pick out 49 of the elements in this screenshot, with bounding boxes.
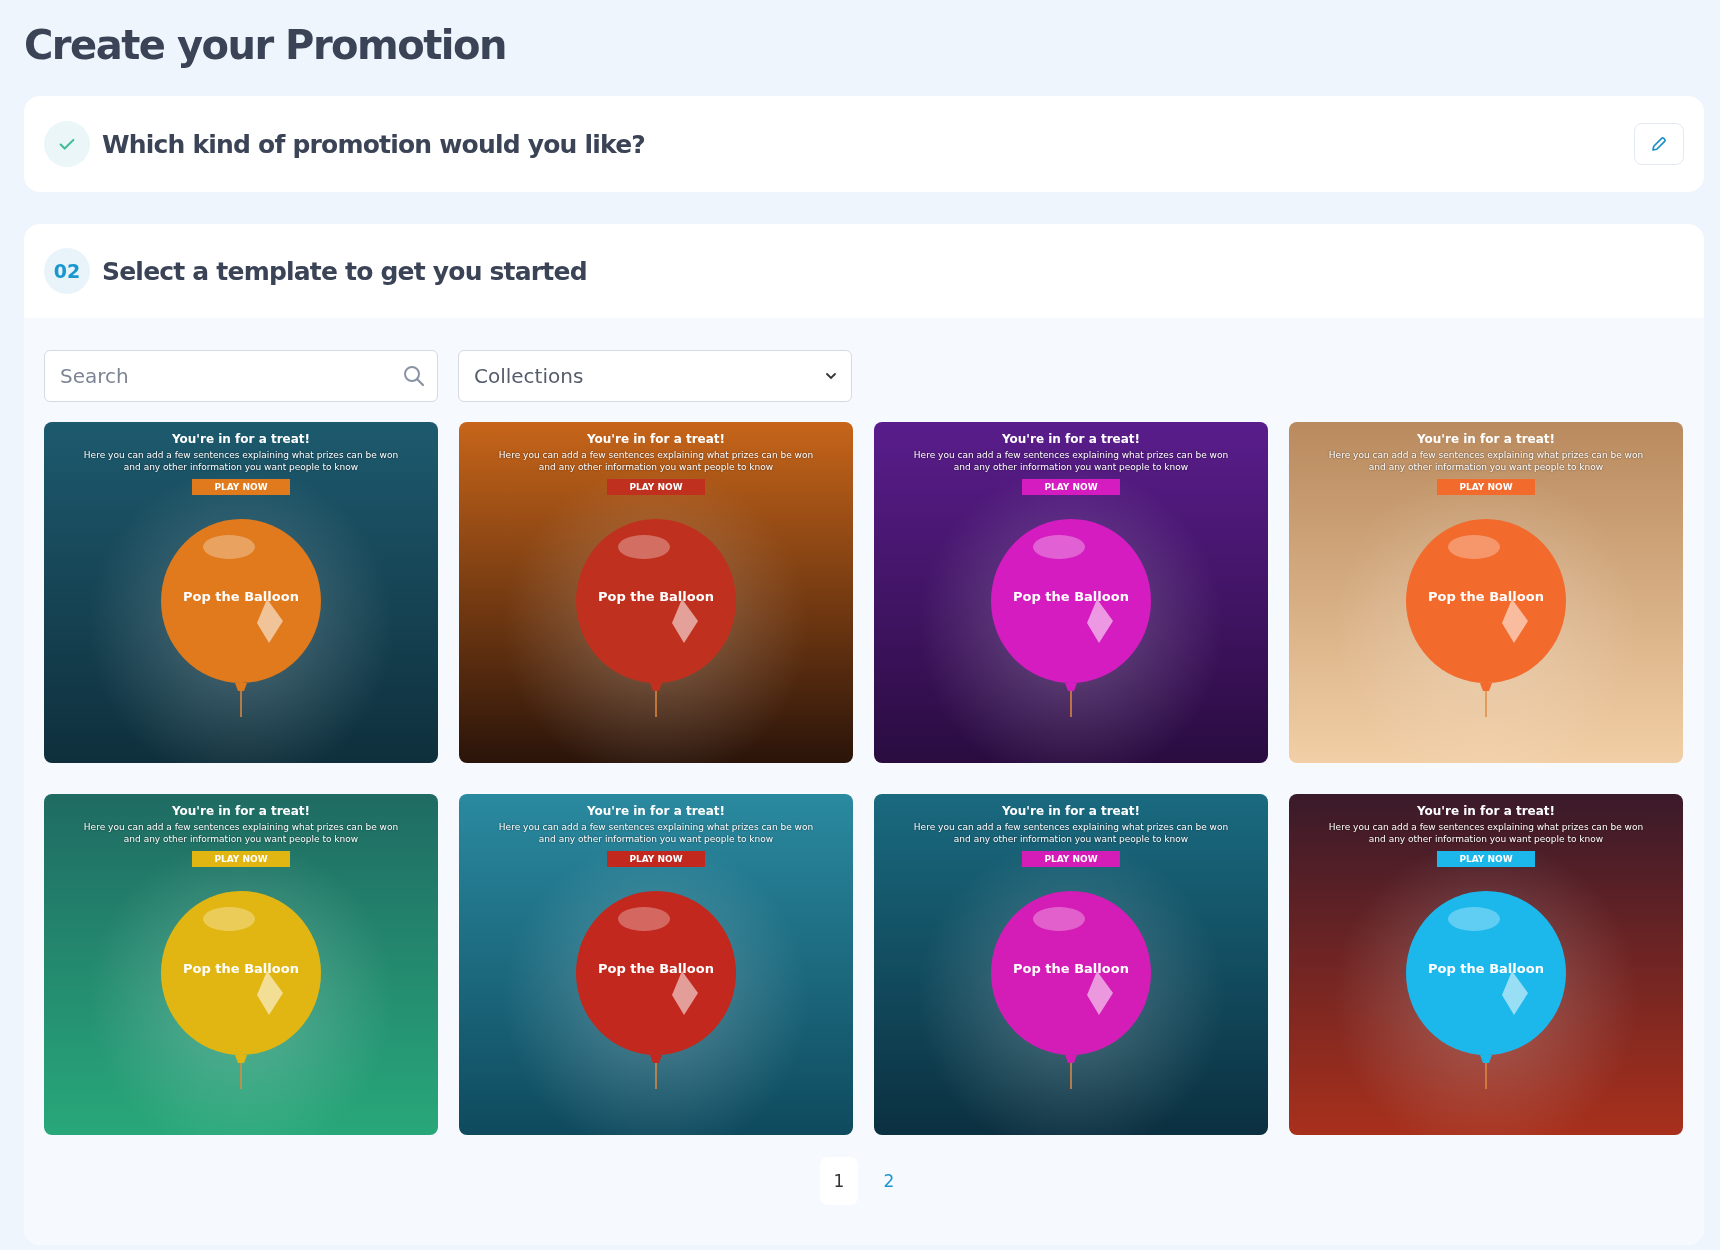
template-description: Here you can add a few sentences explaining what prizes can be won and any other information you want people to know bbox=[82, 449, 400, 473]
template-description: Here you can add a few sentences explaining what prizes can be won and any other information you want people to know bbox=[497, 449, 815, 473]
play-now-button: PLAY NOW bbox=[1022, 479, 1120, 495]
balloon-label: Pop the Balloon bbox=[1012, 961, 1130, 976]
template-heading: You're in for a treat! bbox=[586, 432, 726, 446]
template-description: Here you can add a few sentences explaining what prizes can be won and any other information you want people to know bbox=[912, 449, 1230, 473]
template-heading: You're in for a treat! bbox=[1001, 432, 1141, 446]
template-heading: You're in for a treat! bbox=[586, 804, 726, 818]
collections-dropdown[interactable]: Collections bbox=[458, 350, 852, 402]
step-title: Select a template to get you started bbox=[102, 256, 587, 286]
template-heading: You're in for a treat! bbox=[171, 804, 311, 818]
balloon-label: Pop the Balloon bbox=[597, 589, 715, 604]
step-title: Which kind of promotion would you like? bbox=[102, 129, 645, 159]
template-description: Here you can add a few sentences explaining what prizes can be won and any other information you want people to know bbox=[1327, 821, 1645, 845]
balloon-label: Pop the Balloon bbox=[1427, 589, 1545, 604]
template-card[interactable]: You're in for a treat! Here you can add a few sentences explaining what prizes can be won and any other information you want people to know PLAY NOW Pop the Balloon bbox=[874, 794, 1268, 1135]
template-description: Here you can add a few sentences explaining what prizes can be won and any other information you want people to know bbox=[82, 821, 400, 845]
template-card[interactable]: You're in for a treat! Here you can add a few sentences explaining what prizes can be won and any other information you want people to know PLAY NOW Pop the Balloon bbox=[874, 422, 1268, 763]
step-number: 02 bbox=[44, 248, 90, 294]
page-button[interactable]: 1 bbox=[820, 1157, 858, 1205]
template-card[interactable]: You're in for a treat! Here you can add a few sentences explaining what prizes can be won and any other information you want people to know PLAY NOW Pop the Balloon bbox=[459, 794, 853, 1135]
balloon-label: Pop the Balloon bbox=[1012, 589, 1130, 604]
template-card[interactable]: You're in for a treat! Here you can add a few sentences explaining what prizes can be won and any other information you want people to know PLAY NOW Pop the Balloon bbox=[44, 794, 438, 1135]
play-now-button: PLAY NOW bbox=[1437, 479, 1535, 495]
page-title: Create your Promotion bbox=[24, 21, 508, 70]
template-heading: You're in for a treat! bbox=[171, 432, 311, 446]
template-description: Here you can add a few sentences explaining what prizes can be won and any other information you want people to know bbox=[912, 821, 1230, 845]
pencil-icon bbox=[1650, 135, 1668, 153]
template-heading: You're in for a treat! bbox=[1416, 432, 1556, 446]
edit-button[interactable] bbox=[1634, 123, 1684, 165]
template-heading: You're in for a treat! bbox=[1001, 804, 1141, 818]
balloon-label: Pop the Balloon bbox=[182, 589, 300, 604]
balloon-label: Pop the Balloon bbox=[1427, 961, 1545, 976]
play-now-button: PLAY NOW bbox=[607, 851, 705, 867]
template-heading: You're in for a treat! bbox=[1416, 804, 1556, 818]
balloon-label: Pop the Balloon bbox=[182, 961, 300, 976]
search-icon bbox=[402, 364, 426, 388]
template-card[interactable]: You're in for a treat! Here you can add a few sentences explaining what prizes can be won and any other information you want people to know PLAY NOW Pop the Balloon bbox=[44, 422, 438, 763]
template-description: Here you can add a few sentences explaining what prizes can be won and any other information you want people to know bbox=[497, 821, 815, 845]
template-card[interactable]: You're in for a treat! Here you can add a few sentences explaining what prizes can be won and any other information you want people to know PLAY NOW Pop the Balloon bbox=[1289, 794, 1683, 1135]
play-now-button: PLAY NOW bbox=[192, 479, 290, 495]
template-card[interactable]: You're in for a treat! Here you can add a few sentences explaining what prizes can be won and any other information you want people to know PLAY NOW Pop the Balloon bbox=[459, 422, 853, 763]
play-now-button: PLAY NOW bbox=[1022, 851, 1120, 867]
template-description: Here you can add a few sentences explaining what prizes can be won and any other information you want people to know bbox=[1327, 449, 1645, 473]
search-field[interactable]: Search bbox=[44, 350, 438, 402]
play-now-button: PLAY NOW bbox=[1437, 851, 1535, 867]
play-now-button: PLAY NOW bbox=[607, 479, 705, 495]
balloon-label: Pop the Balloon bbox=[597, 961, 715, 976]
play-now-button: PLAY NOW bbox=[192, 851, 290, 867]
